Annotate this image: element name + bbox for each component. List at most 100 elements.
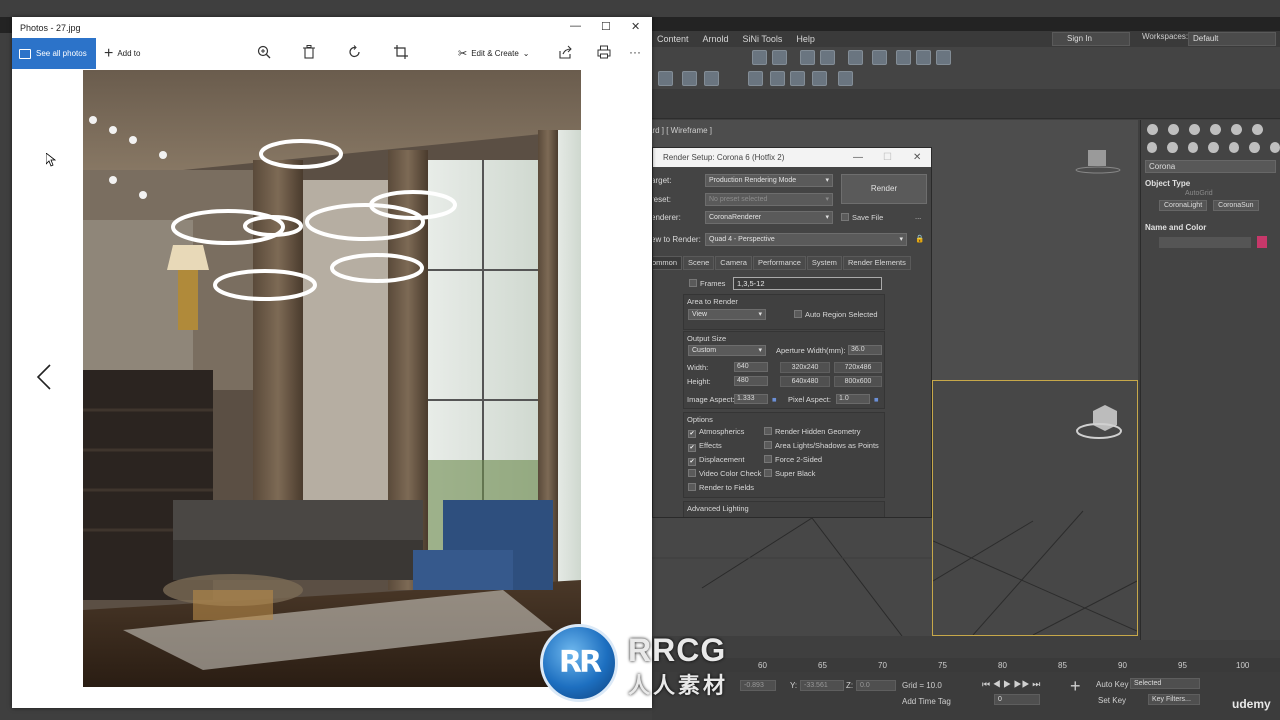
material-editor-icon[interactable]	[748, 71, 763, 86]
viewport-label[interactable]: ard ] [ Wireframe ]	[648, 126, 712, 135]
area-lights-checkbox[interactable]: Area Lights/Shadows as Points	[764, 441, 879, 450]
x-coord-field[interactable]: -0.893	[740, 680, 776, 691]
tab-camera[interactable]: Camera	[715, 256, 752, 270]
viewport-left-bottom[interactable]	[652, 517, 932, 637]
render-setup-icon[interactable]	[770, 71, 785, 86]
frames-radio[interactable]: Frames	[689, 279, 725, 288]
zoom-icon[interactable]	[257, 45, 271, 62]
timeline-ruler[interactable]: 60 65 70 75 80 85 90 95 100	[652, 658, 1280, 672]
area-dropdown[interactable]: View ▾	[688, 309, 766, 320]
lock-icon[interactable]: 🔒	[915, 234, 924, 243]
lights-icon[interactable]	[1187, 141, 1199, 153]
tab-performance[interactable]: Performance	[752, 256, 806, 270]
save-file-browse-button[interactable]: ...	[915, 212, 921, 221]
displacement-checkbox[interactable]: Displacement	[688, 455, 744, 466]
menu-sini-tools[interactable]: SiNi Tools	[743, 34, 783, 44]
render-frame-icon[interactable]	[790, 71, 805, 86]
corona-light-button[interactable]: CoronaLight	[1159, 200, 1208, 211]
cameras-icon[interactable]	[1208, 141, 1219, 153]
utilities-tab-icon[interactable]	[1252, 123, 1263, 135]
motion-tab-icon[interactable]	[1210, 123, 1221, 135]
set-key-button[interactable]: Set Key	[1098, 696, 1126, 705]
target-dropdown[interactable]: Production Rendering Mode ▾	[705, 174, 833, 187]
pixel-aspect-spinner[interactable]: 1.0	[836, 394, 870, 404]
corona-sun-button[interactable]: CoronaSun	[1213, 200, 1259, 211]
width-spinner[interactable]: 640	[734, 362, 768, 372]
menu-help[interactable]: Help	[796, 34, 815, 44]
edit-create-button[interactable]: ✂ Edit & Create ⌄	[458, 38, 530, 69]
object-name-field[interactable]	[1159, 236, 1251, 248]
mirror-icon[interactable]	[658, 71, 673, 86]
tab-common[interactable]: ommon	[653, 256, 683, 270]
crop-icon[interactable]	[394, 45, 408, 62]
maximize-icon[interactable]: ☐	[601, 20, 611, 33]
select-by-name-icon[interactable]	[772, 50, 787, 65]
snap-icon[interactable]	[872, 50, 887, 65]
render-hidden-geometry-checkbox[interactable]: Render Hidden Geometry	[764, 427, 860, 436]
pixel-aspect-lock-icon[interactable]: ■	[874, 395, 879, 404]
render-button[interactable]: Render	[841, 174, 927, 204]
region-icon[interactable]	[800, 50, 815, 65]
spinner-snap-icon[interactable]	[936, 50, 951, 65]
modify-tab-icon[interactable]	[1168, 123, 1179, 135]
maximize-icon[interactable]: ☐	[883, 152, 892, 163]
effects-checkbox[interactable]: Effects	[688, 441, 722, 452]
help-icon[interactable]	[838, 71, 853, 86]
key-filters-button[interactable]: Key Filters...	[1148, 694, 1200, 705]
print-icon[interactable]	[597, 45, 611, 62]
rotate-icon[interactable]	[348, 45, 362, 62]
preset-320x240-button[interactable]: 320x240	[780, 362, 830, 373]
workspaces-dropdown[interactable]: Default	[1188, 32, 1276, 46]
view-to-render-dropdown[interactable]: Quad 4 - Perspective ▾	[705, 233, 907, 246]
move-icon[interactable]	[848, 50, 863, 65]
create-tab-icon[interactable]	[1147, 123, 1158, 135]
delete-icon[interactable]	[303, 45, 315, 62]
preset-dropdown[interactable]: No preset selected ▾	[705, 193, 833, 206]
close-icon[interactable]: ✕	[631, 20, 640, 33]
renderer-dropdown[interactable]: CoronaRenderer ▾	[705, 211, 833, 224]
tab-scene[interactable]: Scene	[683, 256, 715, 270]
see-all-photos-button[interactable]: See all photos	[12, 38, 96, 69]
size-preset-dropdown[interactable]: Custom ▾	[688, 345, 766, 356]
image-aspect-lock-icon[interactable]: ■	[772, 395, 777, 404]
close-icon[interactable]: ✕	[913, 152, 921, 163]
window-crossing-icon[interactable]	[820, 50, 835, 65]
autogrid-checkbox[interactable]: AutoGrid	[1185, 190, 1280, 197]
frames-field[interactable]: 1,3,5-12	[733, 277, 882, 290]
share-icon[interactable]	[558, 45, 572, 62]
image-aspect-spinner[interactable]: 1.333	[734, 394, 768, 404]
shapes-icon[interactable]	[1167, 141, 1178, 153]
layer-icon[interactable]	[704, 71, 719, 86]
photo-image[interactable]	[83, 70, 581, 687]
auto-region-checkbox[interactable]: Auto Region Selected	[794, 310, 878, 319]
display-tab-icon[interactable]	[1231, 123, 1242, 135]
select-icon[interactable]	[752, 50, 767, 65]
video-color-check-checkbox[interactable]: Video Color Check	[688, 469, 761, 478]
current-frame-field[interactable]: 0	[994, 694, 1040, 705]
tab-render-elements[interactable]: Render Elements	[842, 256, 911, 270]
object-color-swatch[interactable]	[1257, 236, 1267, 248]
geometry-icon[interactable]	[1147, 141, 1158, 153]
render-to-fields-checkbox[interactable]: Render to Fields	[688, 483, 754, 492]
aperture-spinner[interactable]: 36.0	[848, 345, 882, 355]
atmospherics-checkbox[interactable]: Atmospherics	[688, 427, 744, 438]
more-icon[interactable]: ···	[629, 45, 641, 59]
minimize-icon[interactable]: —	[570, 20, 581, 32]
y-coord-field[interactable]: -33.561	[800, 680, 844, 691]
preset-720x486-button[interactable]: 720x486	[834, 362, 882, 373]
preset-800x600-button[interactable]: 800x600	[834, 376, 882, 387]
viewport-perspective[interactable]	[932, 380, 1138, 636]
systems-icon[interactable]	[1269, 141, 1280, 153]
menu-content[interactable]: Content	[657, 34, 689, 44]
sign-in-dropdown[interactable]: Sign In	[1052, 32, 1130, 46]
light-type-dropdown[interactable]: Corona	[1145, 160, 1276, 173]
auto-key-button[interactable]: Auto Key	[1096, 680, 1128, 689]
playback-controls[interactable]: ⏮ ◀ ▶ ▶▶ ⏭	[982, 679, 1040, 690]
previous-photo-icon[interactable]	[36, 363, 52, 398]
tab-system[interactable]: System	[806, 256, 842, 270]
hierarchy-tab-icon[interactable]	[1189, 123, 1200, 135]
add-key-icon[interactable]: +	[1070, 676, 1081, 697]
force-2-sided-checkbox[interactable]: Force 2-Sided	[764, 455, 822, 464]
save-file-checkbox[interactable]: Save File	[841, 213, 883, 222]
add-time-tag[interactable]: Add Time Tag	[902, 697, 951, 706]
